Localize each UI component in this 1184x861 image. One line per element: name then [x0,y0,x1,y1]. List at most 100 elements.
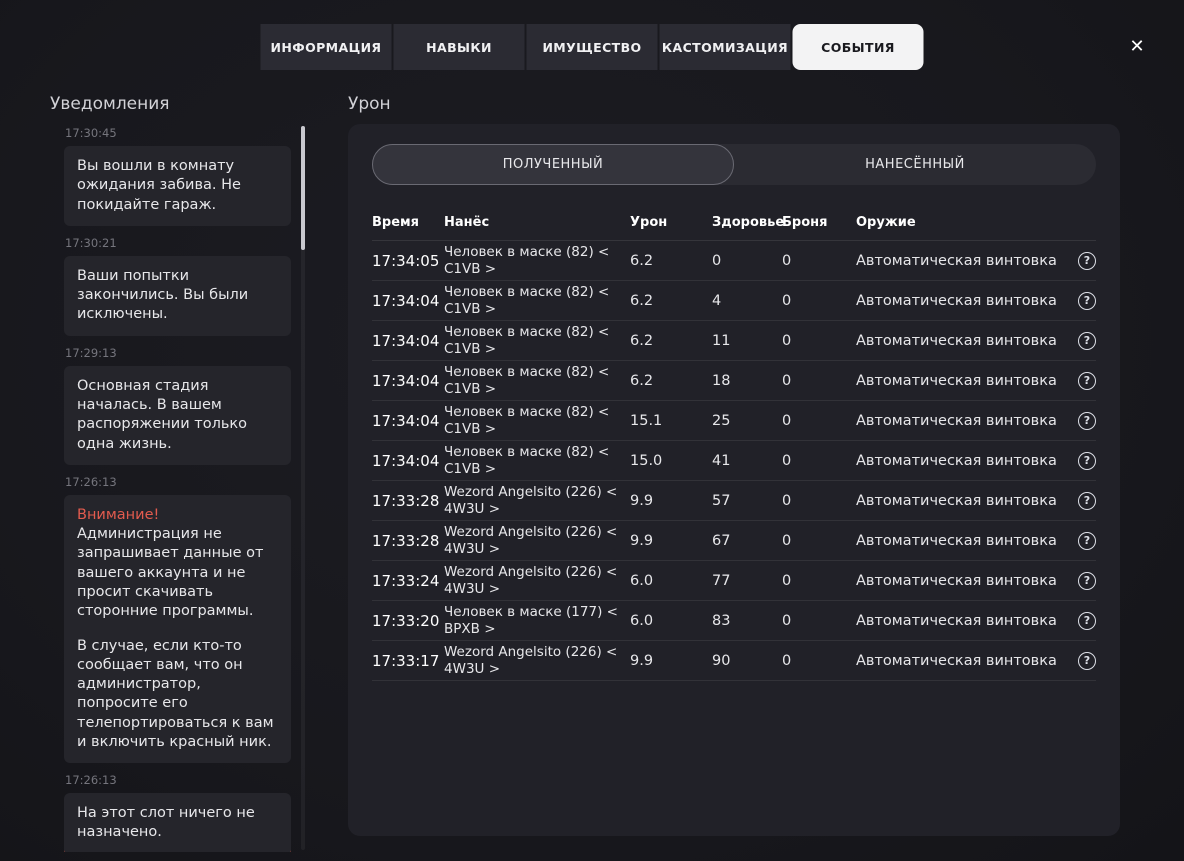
cell-weapon: Автоматическая винтовка [856,252,1057,269]
cell-weapon: Автоматическая винтовка [856,372,1057,389]
main-tab-label: ИНФОРМАЦИЯ [270,39,382,55]
damage-table-header: Время Нанёс Урон Здоровье Броня Оружие [372,205,1096,241]
help-icon[interactable]: ? [1078,331,1096,350]
notification-item: 17:29:13 Основная стадия началась. В ваш… [64,346,291,465]
notification-text: Ваши попытки закончились. Вы были исключ… [77,267,249,323]
cell-damage: 6.2 [630,332,654,349]
notification-item: 17:30:45 Вы вошли в комнату ожидания заб… [64,126,291,226]
warning-label: Внимание! [77,506,160,523]
main-tab-label: ИМУЩЕСТВО [542,39,642,55]
main-tabbar: ИНФОРМАЦИЯ НАВЫКИ ИМУЩЕСТВО КАСТОМИЗАЦИЯ… [260,24,924,70]
cell-armor: 0 [782,372,792,389]
cell-armor: 0 [782,412,792,429]
column-header-attacker: Нанёс [444,215,490,230]
main-tab-label: НАВЫКИ [426,39,492,55]
column-header-damage: Урон [630,215,668,230]
toggle-received[interactable]: ПОЛУЧЕННЫЙ [372,144,734,185]
cell-time: 17:33:24 [372,571,440,590]
cell-health: 90 [712,652,731,669]
notification-timestamp: 17:29:13 [65,345,117,360]
notifications-scrollbar-thumb[interactable] [301,126,305,250]
damage-toggle: ПОЛУЧЕННЫЙ НАНЕСЁННЫЙ [372,144,1096,185]
cell-damage: 15.1 [630,412,663,429]
help-icon[interactable]: ? [1078,531,1096,550]
cell-armor: 0 [782,612,792,629]
help-icon[interactable]: ? [1078,251,1096,270]
cell-attacker: Человек в маске (177) < BPXB > [444,603,618,637]
cell-time: 17:34:04 [372,291,440,310]
cell-time: 17:34:04 [372,451,440,470]
help-icon[interactable]: ? [1078,611,1096,630]
cell-health: 25 [712,412,731,429]
damage-table-row: 17:34:04 Человек в маске (82) < C1VB > 6… [372,361,1096,401]
damage-table-row: 17:34:05 Человек в маске (82) < C1VB > 6… [372,241,1096,281]
cell-weapon: Автоматическая винтовка [856,412,1057,429]
damage-table-row: 17:33:28 Wezord Angelsito (226) < 4W3U >… [372,481,1096,521]
notifications-panel: Уведомления 17:30:45 Вы вошли в комнату … [50,94,305,861]
cell-armor: 0 [782,292,792,309]
help-icon[interactable]: ? [1078,291,1096,310]
cell-damage: 9.9 [630,652,654,669]
cell-time: 17:34:05 [372,251,440,270]
cell-weapon: Автоматическая винтовка [856,292,1057,309]
damage-table-row: 17:33:24 Wezord Angelsito (226) < 4W3U >… [372,561,1096,601]
cell-health: 77 [712,572,731,589]
close-button[interactable]: ✕ [1124,34,1150,60]
damage-table-row: 17:34:04 Человек в маске (82) < C1VB > 1… [372,441,1096,481]
help-icon[interactable]: ? [1078,451,1096,470]
cell-attacker: Человек в маске (82) < C1VB > [444,443,610,477]
help-icon[interactable]: ? [1078,411,1096,430]
cell-armor: 0 [782,492,792,509]
notification-card: Основная стадия началась. В вашем распор… [64,365,291,465]
toggle-received-label: ПОЛУЧЕННЫЙ [502,157,604,172]
notification-card: Внимание! Администрация не запрашивает д… [64,494,291,764]
notification-item: 17:26:13 Внимание! Администрация не запр… [64,474,291,764]
cell-damage: 9.9 [630,492,654,509]
cell-health: 4 [712,292,722,309]
main-tab[interactable]: СОБЫТИЯ [792,24,924,70]
notification-card: Ваши попытки закончились. Вы были исключ… [64,255,291,336]
help-icon[interactable]: ? [1078,491,1096,510]
help-icon[interactable]: ? [1078,651,1096,670]
toggle-dealt[interactable]: НАНЕСЁННЫЙ [734,144,1096,185]
cell-weapon: Автоматическая винтовка [856,652,1057,669]
cell-armor: 0 [782,452,792,469]
cell-weapon: Автоматическая винтовка [856,532,1057,549]
cell-armor: 0 [782,332,792,349]
main-tab[interactable]: ИМУЩЕСТВО [526,24,658,70]
cell-attacker: Человек в маске (82) < C1VB > [444,403,610,437]
cell-time: 17:33:20 [372,611,440,630]
damage-table-body: 17:34:05 Человек в маске (82) < C1VB > 6… [372,241,1096,681]
cell-weapon: Автоматическая винтовка [856,492,1057,509]
notifications-list: 17:30:45 Вы вошли в комнату ожидания заб… [50,126,305,852]
column-header-time: Время [372,215,420,230]
cell-damage: 6.0 [630,572,654,589]
cell-health: 57 [712,492,731,509]
cell-health: 83 [712,612,731,629]
cell-health: 67 [712,532,731,549]
cell-health: 41 [712,452,731,469]
cell-attacker: Wezord Angelsito (226) < 4W3U > [444,643,618,677]
help-icon[interactable]: ? [1078,371,1096,390]
main-tab[interactable]: НАВЫКИ [393,24,525,70]
main-tab[interactable]: ИНФОРМАЦИЯ [260,24,392,70]
notification-text: На этот слот ничего не назначено. [77,805,255,841]
cell-weapon: Автоматическая винтовка [856,452,1057,469]
notification-timestamp: 17:30:45 [65,126,117,140]
cell-armor: 0 [782,252,792,269]
notification-text: Вы вошли в комнату ожидания забива. Не п… [77,158,241,213]
main-tab-label: КАСТОМИЗАЦИЯ [661,39,789,55]
column-header-armor: Броня [782,215,828,230]
cell-damage: 9.9 [630,532,654,549]
notifications-title: Уведомления [50,94,170,114]
toggle-dealt-label: НАНЕСЁННЫЙ [865,157,965,172]
notification-timestamp: 17:26:13 [65,474,117,489]
cell-time: 17:33:17 [372,651,440,670]
notification-item: 17:26:13 На этот слот ничего не назначен… [64,773,291,852]
cell-attacker: Человек в маске (82) < C1VB > [444,243,610,277]
notification-timestamp: 17:26:13 [65,773,117,788]
help-icon[interactable]: ? [1078,571,1096,590]
main-tab[interactable]: КАСТОМИЗАЦИЯ [659,24,791,70]
cell-time: 17:34:04 [372,331,440,350]
cell-health: 0 [712,252,722,269]
